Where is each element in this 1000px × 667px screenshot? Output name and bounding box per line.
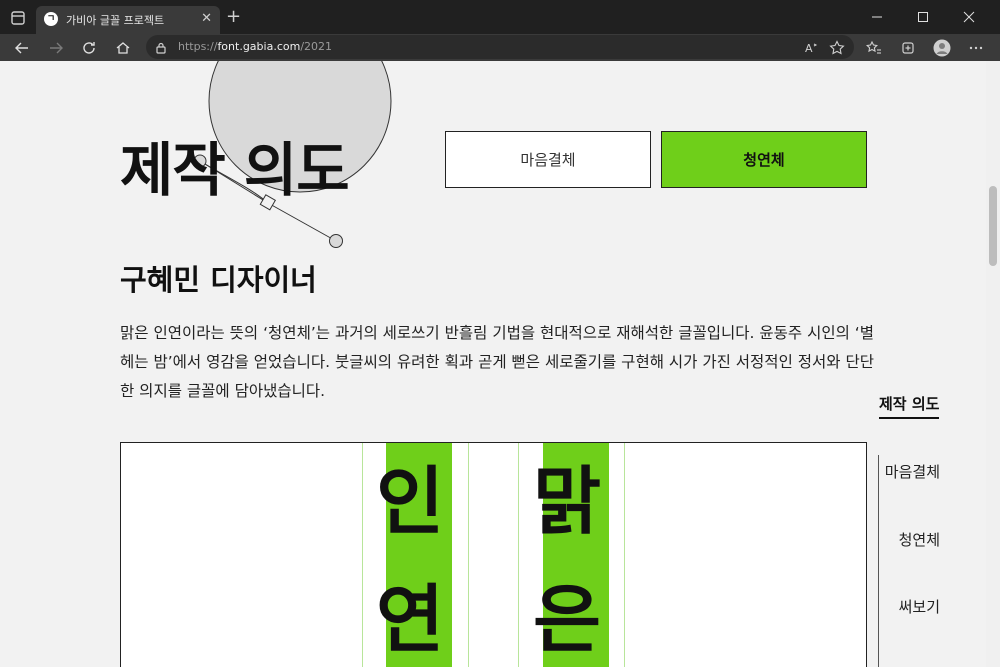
lock-icon[interactable] <box>154 40 168 54</box>
guide-line <box>468 443 469 667</box>
guide-line <box>362 443 363 667</box>
back-icon[interactable] <box>10 36 34 60</box>
tab-title: 가비아 글꼴 프로젝트 <box>66 14 165 27</box>
url-scheme: https:// <box>178 40 218 53</box>
guide-line <box>518 443 519 667</box>
tab-close-icon[interactable]: ✕ <box>201 11 212 27</box>
glyph-malg: 맑 <box>533 459 602 545</box>
read-aloud-icon[interactable]: A <box>802 39 820 57</box>
glyph-showcase: 인 연 맑 은 <box>120 442 867 667</box>
new-tab-button[interactable]: + <box>226 7 241 27</box>
side-nav-item-maeumgyeol[interactable]: 마음결체 <box>860 461 940 482</box>
profile-avatar-icon[interactable] <box>930 36 954 60</box>
close-window-button[interactable] <box>946 0 992 34</box>
collections-icon[interactable] <box>896 36 920 60</box>
address-toolbar: https://font.gabia.com/2021 A <box>0 34 1000 61</box>
glyph-yeon: 연 <box>376 577 445 663</box>
section-title: 제작 의도 <box>120 136 350 204</box>
font-button-maeumgyeol[interactable]: 마음결체 <box>445 131 651 188</box>
glyph-eun: 은 <box>533 577 602 663</box>
tab-actions-icon[interactable] <box>8 8 28 28</box>
side-nav-current-section[interactable]: 제작 의도 <box>879 393 940 419</box>
more-menu-icon[interactable] <box>964 36 988 60</box>
scrollbar-thumb[interactable] <box>989 186 997 266</box>
address-bar[interactable]: https://font.gabia.com/2021 A <box>146 35 854 59</box>
browser-tab[interactable]: ㄱ 가비아 글꼴 프로젝트 ✕ <box>36 6 220 34</box>
scrollbar[interactable] <box>986 61 1000 667</box>
forward-icon[interactable] <box>44 36 68 60</box>
url-host: font.gabia.com <box>217 40 301 53</box>
side-nav-line <box>878 455 879 667</box>
svg-text:A: A <box>805 42 813 55</box>
glyph-in: 인 <box>376 459 445 545</box>
guide-line <box>624 443 625 667</box>
side-nav-item-cheongyeon[interactable]: 청연체 <box>860 529 940 550</box>
gabia-favicon-icon: ㄱ <box>44 12 58 26</box>
maximize-button[interactable] <box>900 0 946 34</box>
favorite-add-icon[interactable] <box>828 39 846 57</box>
url-text[interactable]: https://font.gabia.com/2021 <box>178 40 332 53</box>
designer-name: 구혜민 디자이너 <box>120 263 317 297</box>
browser-tab-bar: ㄱ 가비아 글꼴 프로젝트 ✕ + <box>0 0 1000 34</box>
refresh-icon[interactable] <box>77 36 101 60</box>
home-icon[interactable] <box>111 36 135 60</box>
font-description: 맑은 인연이라는 뜻의 ‘청연체’는 과거의 세로쓰기 반흘림 기법을 현대적으… <box>120 324 874 400</box>
page-viewport: 제작 의도 마음결체 청연체 구혜민 디자이너 맑은 인연이라는 뜻의 ‘청연체… <box>0 61 1000 667</box>
font-button-cheongyeon[interactable]: 청연체 <box>661 131 867 188</box>
side-nav-item-try[interactable]: 써보기 <box>860 596 940 617</box>
url-path: /2021 <box>300 40 333 53</box>
favorites-icon[interactable] <box>862 36 886 60</box>
minimize-button[interactable] <box>854 0 900 34</box>
